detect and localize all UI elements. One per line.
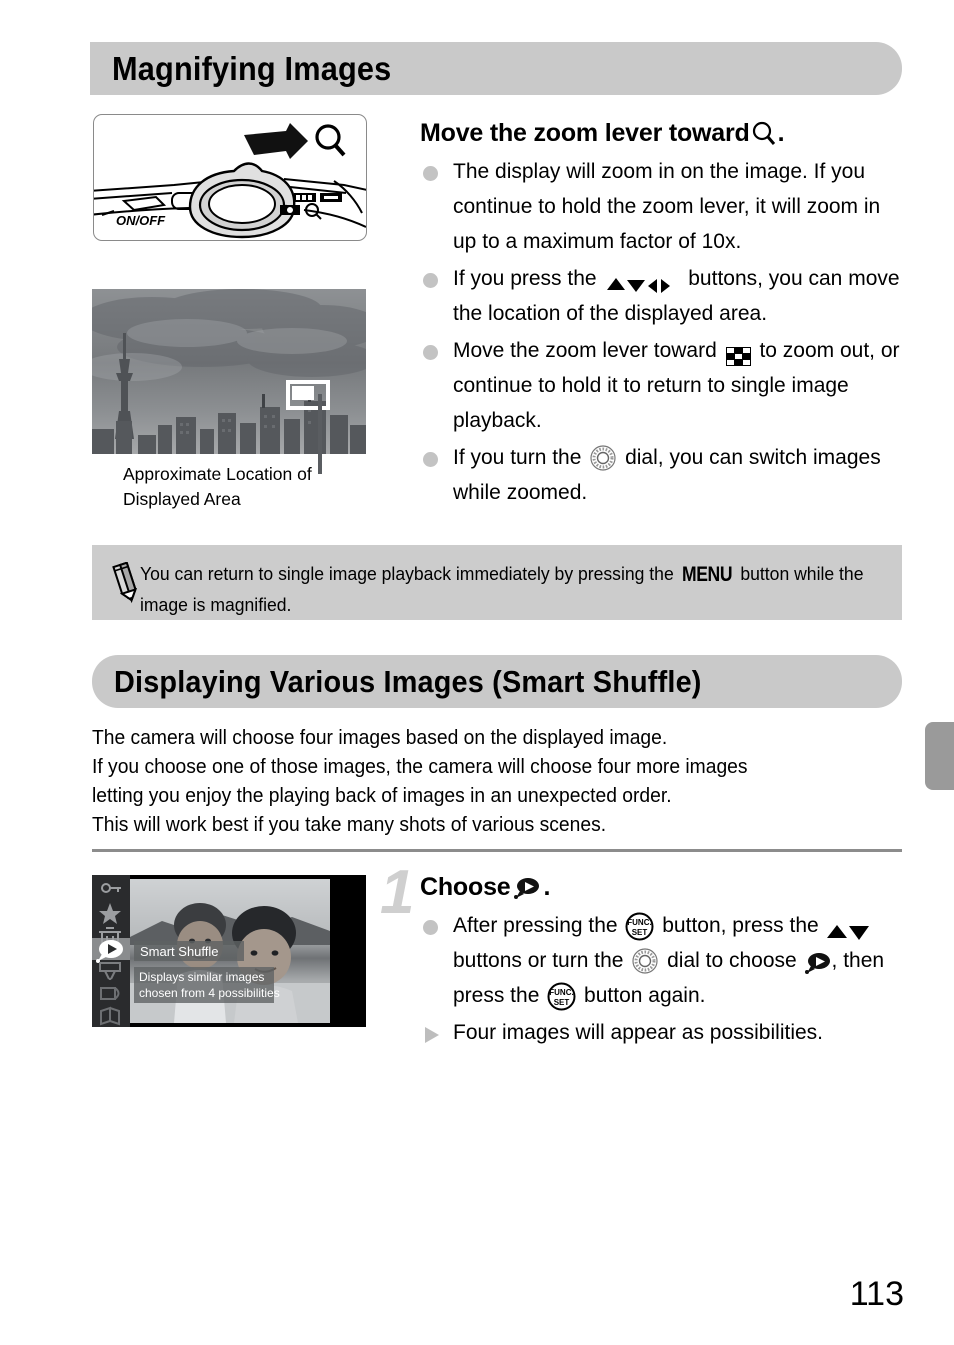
camera-lcd-func-menu: Smart Shuffle Displays similar images ch… xyxy=(92,875,366,1027)
intro-line: This will work best if you take many sho… xyxy=(92,813,607,836)
func-set-button-icon: FUNC. SET xyxy=(625,912,654,941)
svg-text:Smart Shuffle: Smart Shuffle xyxy=(140,944,219,959)
heading-text-before: Choose xyxy=(420,873,511,901)
intro-line: If you choose one of those images, the c… xyxy=(92,755,748,778)
heading-text-after: . xyxy=(777,119,785,147)
note-text: You can return to single image playback … xyxy=(140,559,864,620)
updown-leftright-arrows-icon xyxy=(605,270,679,294)
smart-shuffle-icon xyxy=(513,876,540,899)
note-text-before: You can return to single image playback … xyxy=(140,563,679,584)
manual-page: Magnifying Images ON/OFF Approximate Loc… xyxy=(0,0,954,1345)
intro-line: The camera will choose four images based… xyxy=(92,726,668,749)
section-title: Displaying Various Images (Smart Shuffle… xyxy=(114,663,702,699)
bullet-item: After pressing the FUNC. SET button, pres… xyxy=(420,908,902,1013)
updown-arrows-icon xyxy=(825,917,869,941)
control-dial-icon xyxy=(590,445,616,472)
smart-shuffle-icon xyxy=(804,950,831,975)
section-title: Magnifying Images xyxy=(112,49,392,87)
bullet-item: The display will zoom in on the image. I… xyxy=(420,154,902,259)
bullet-text: The display will zoom in on the image. I… xyxy=(453,160,881,253)
bullet-text-cont: button again. xyxy=(578,984,706,1007)
svg-text:chosen from 4 possibilities: chosen from 4 possibilities xyxy=(139,986,280,1000)
svg-text:SET: SET xyxy=(632,928,648,937)
intro-paragraph: The camera will choose four images based… xyxy=(92,723,912,839)
bullet-item: If you press the buttons, you can move t… xyxy=(420,261,902,331)
magnifying-instructions: Move the zoom lever toward . The display… xyxy=(420,118,902,512)
photo-caption: Approximate Location of Displayed Area xyxy=(123,464,312,509)
bullet-item: Move the zoom lever toward to zoom out, … xyxy=(420,333,902,438)
bullet-marker xyxy=(423,166,438,181)
bullet-list-magnifying: The display will zoom in on the image. I… xyxy=(420,154,902,510)
pencil-icon xyxy=(109,561,143,604)
section-divider xyxy=(92,849,902,852)
instruction-heading: Move the zoom lever toward . xyxy=(420,118,902,148)
bullet-text-cont: dial to choose xyxy=(661,949,803,972)
arrow-right-icon xyxy=(244,123,308,159)
section-banner-magnifying-images: Magnifying Images xyxy=(90,42,902,95)
svg-text:FUNC.: FUNC. xyxy=(628,918,652,927)
chapter-side-tab xyxy=(925,722,954,790)
bullet-text-cont: buttons or turn the xyxy=(453,949,630,972)
bullet-marker xyxy=(423,452,438,467)
section-banner-smart-shuffle: Displaying Various Images (Smart Shuffle… xyxy=(92,655,902,708)
heading-text-before: Move the zoom lever toward xyxy=(420,119,750,147)
bullet-text-cont: button, press the xyxy=(656,914,825,937)
bullet-text: If you turn the xyxy=(453,446,588,469)
magnify-icon xyxy=(315,124,346,157)
index-view-icon xyxy=(725,342,751,366)
svg-text:Displays similar images: Displays similar images xyxy=(139,970,264,984)
bullet-item: If you turn the dial, you can switch ima… xyxy=(420,440,902,510)
bullet-text: After pressing the xyxy=(453,914,624,937)
camera-top-zoom-lever-illustration: ON/OFF xyxy=(93,114,367,241)
smart-shuffle-instructions: Choose . After pressing the FUNC. SET but… xyxy=(420,872,902,1052)
heading-text-after: . xyxy=(543,873,551,901)
caption-leader-line xyxy=(318,394,322,474)
magnify-icon xyxy=(752,121,776,146)
bullet-item-result: Four images will appear as possibilities… xyxy=(420,1015,902,1050)
note-box: You can return to single image playback … xyxy=(92,545,902,620)
control-dial-icon xyxy=(632,948,658,975)
bullet-triangle-marker xyxy=(425,1027,439,1043)
intro-line: letting you enjoy the playing back of im… xyxy=(92,784,672,807)
bullet-list-smart-shuffle: After pressing the FUNC. SET button, pres… xyxy=(420,908,902,1050)
svg-text:ON/OFF: ON/OFF xyxy=(116,213,166,228)
step-number: 1 xyxy=(380,858,415,927)
bullet-text: Move the zoom lever toward xyxy=(453,339,723,362)
bullet-marker xyxy=(423,345,438,360)
bullet-marker xyxy=(423,273,438,288)
svg-text:FUNC.: FUNC. xyxy=(549,988,573,997)
bullet-marker xyxy=(423,920,438,935)
step-heading: Choose . xyxy=(420,872,902,902)
bullet-text: Four images will appear as possibilities… xyxy=(453,1021,823,1044)
page-number: 113 xyxy=(849,1275,904,1313)
svg-text:SET: SET xyxy=(554,998,570,1007)
menu-button-label: MENU xyxy=(682,563,733,586)
func-set-button-icon: FUNC. SET xyxy=(547,982,576,1011)
bullet-text: If you press the xyxy=(453,267,603,290)
